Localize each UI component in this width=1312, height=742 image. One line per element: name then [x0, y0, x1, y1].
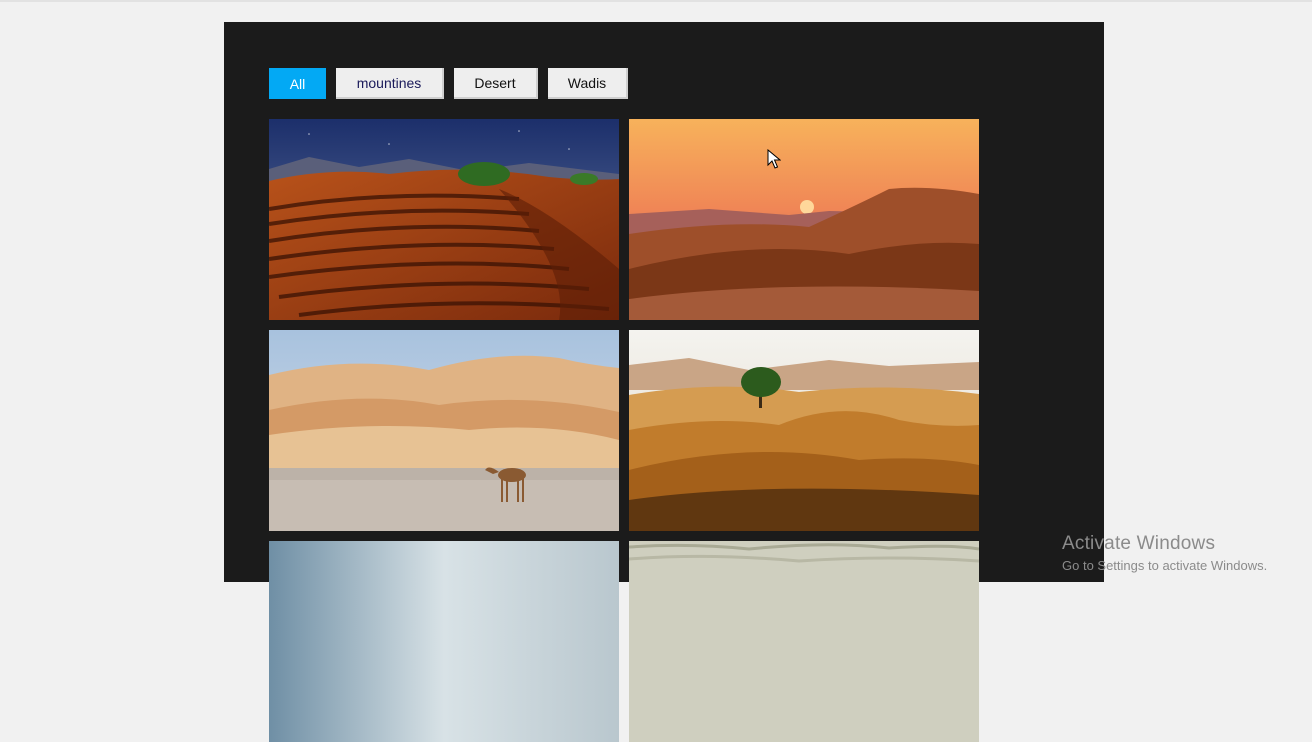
- tree-dunes-image: [629, 330, 979, 531]
- rippled-dunes-image: [269, 119, 619, 320]
- camel-dunes-image: [269, 330, 619, 531]
- windows-activation-watermark: Activate Windows Go to Settings to activ…: [1062, 533, 1267, 573]
- filter-wadis-button[interactable]: Wadis: [548, 68, 628, 99]
- gallery-photo[interactable]: [269, 541, 619, 742]
- watermark-title: Activate Windows: [1062, 533, 1216, 554]
- gallery-photo[interactable]: [629, 119, 979, 320]
- sunset-dunes-image: [629, 119, 979, 320]
- gallery-photo[interactable]: [269, 330, 619, 531]
- gallery-photo[interactable]: [629, 330, 979, 531]
- filter-desert-button[interactable]: Desert: [454, 68, 538, 99]
- desert-haze-image: [269, 541, 619, 742]
- pale-dunes-image: [629, 541, 979, 742]
- filter-mountains-button[interactable]: mountines: [336, 68, 444, 99]
- watermark-subtitle: Go to Settings to activate Windows.: [1062, 558, 1268, 573]
- filter-all-button[interactable]: All: [269, 68, 326, 99]
- gallery-panel: All mountines Desert Wadis: [224, 22, 1104, 742]
- mouse-cursor-icon: [767, 149, 781, 169]
- top-divider: [0, 0, 1312, 2]
- gallery-photo[interactable]: [269, 119, 619, 320]
- gallery-photo[interactable]: [629, 541, 979, 742]
